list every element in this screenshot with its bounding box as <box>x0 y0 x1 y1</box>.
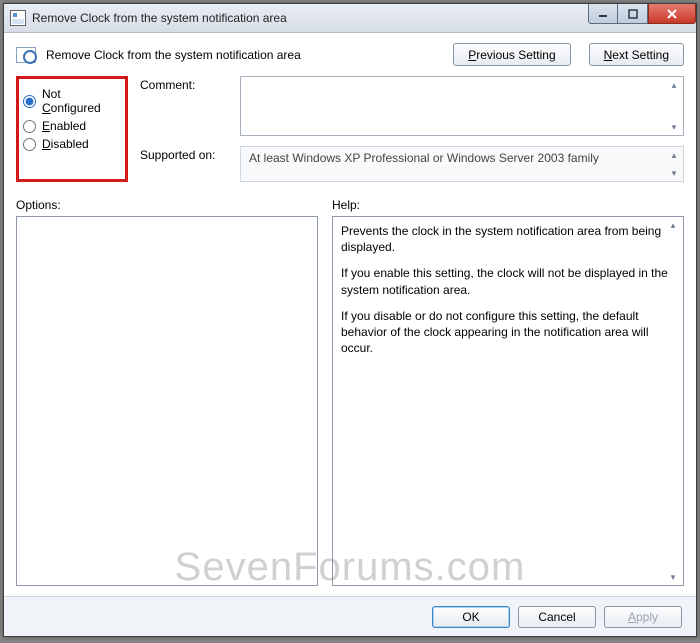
policy-editor-window: Remove Clock from the system notificatio… <box>3 3 697 637</box>
maximize-icon <box>628 9 638 19</box>
radio-enabled[interactable]: Enabled <box>23 119 119 133</box>
policy-icon <box>16 47 36 63</box>
scroll-down-icon: ▾ <box>665 570 681 584</box>
radio-enabled-input[interactable] <box>23 120 36 133</box>
radio-disabled-input[interactable] <box>23 138 36 151</box>
help-scroll[interactable]: ▴▾ <box>665 218 681 584</box>
radio-not-configured[interactable]: Not Configured <box>23 87 119 115</box>
minimize-button[interactable] <box>588 4 618 24</box>
header: Remove Clock from the system notificatio… <box>4 33 696 76</box>
options-panel[interactable] <box>16 216 318 586</box>
scroll-up-icon: ▴ <box>666 78 682 92</box>
scroll-up-icon: ▴ <box>666 148 682 162</box>
scroll-up-icon: ▴ <box>665 218 681 232</box>
radio-disabled[interactable]: Disabled <box>23 137 119 151</box>
help-paragraph: Prevents the clock in the system notific… <box>341 223 675 255</box>
comment-textarea[interactable]: ▴▾ <box>240 76 684 136</box>
policy-title: Remove Clock from the system notificatio… <box>46 48 301 62</box>
help-label: Help: <box>332 198 684 212</box>
supported-on-text: At least Windows XP Professional or Wind… <box>240 146 684 182</box>
radio-label: Disabled <box>42 137 89 151</box>
scroll-down-icon: ▾ <box>666 166 682 180</box>
app-icon <box>10 10 26 26</box>
previous-setting-button[interactable]: Previous Setting <box>453 43 570 66</box>
apply-button[interactable]: Apply <box>604 606 682 628</box>
radio-label: Enabled <box>42 119 86 133</box>
window-title: Remove Clock from the system notificatio… <box>32 11 287 25</box>
minimize-icon <box>598 9 608 19</box>
radio-not-configured-input[interactable] <box>23 95 36 108</box>
radio-label: Not Configured <box>42 87 119 115</box>
cancel-button[interactable]: Cancel <box>518 606 596 628</box>
supported-scroll[interactable]: ▴▾ <box>666 148 682 180</box>
comment-label: Comment: <box>140 76 230 136</box>
maximize-button[interactable] <box>618 4 648 24</box>
next-setting-button[interactable]: Next Setting <box>589 43 684 66</box>
help-paragraph: If you enable this setting, the clock wi… <box>341 265 675 297</box>
close-icon <box>666 9 678 19</box>
close-button[interactable] <box>648 4 696 24</box>
window-controls <box>588 4 696 24</box>
titlebar[interactable]: Remove Clock from the system notificatio… <box>4 4 696 33</box>
dialog-footer: OK Cancel Apply <box>4 596 696 636</box>
comment-scroll[interactable]: ▴▾ <box>666 78 682 134</box>
help-panel[interactable]: Prevents the clock in the system notific… <box>332 216 684 586</box>
options-label: Options: <box>16 198 318 212</box>
help-paragraph: If you disable or do not configure this … <box>341 308 675 357</box>
scroll-down-icon: ▾ <box>666 120 682 134</box>
supported-label: Supported on: <box>140 146 230 182</box>
state-radio-group: Not Configured Enabled Disabled <box>16 76 128 182</box>
configuration-row: Not Configured Enabled Disabled Comment:… <box>4 76 696 182</box>
ok-button[interactable]: OK <box>432 606 510 628</box>
